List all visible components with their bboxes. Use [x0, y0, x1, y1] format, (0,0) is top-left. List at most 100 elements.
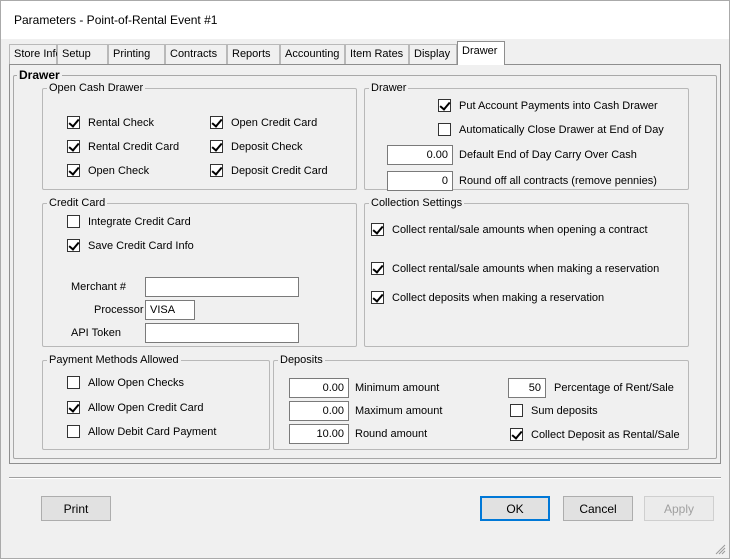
tab-display[interactable]: Display — [409, 44, 457, 64]
credit-card-legend: Credit Card — [49, 197, 106, 209]
checkbox-label: Allow Open Checks — [88, 376, 184, 389]
checkbox-box[interactable] — [67, 215, 80, 228]
put-payments-checkbox[interactable]: Put Account Payments into Cash Drawer — [438, 99, 658, 112]
deposit-credit-card-checkbox[interactable]: Deposit Credit Card — [210, 164, 328, 177]
round-amount-label: Round amount — [355, 428, 428, 440]
cancel-button[interactable]: Cancel — [563, 496, 633, 521]
deposits-group: Deposits 0.00 Minimum amount 0.00 Maximu… — [273, 354, 689, 450]
checkbox-box[interactable] — [510, 428, 523, 441]
round-off-label: Round off all contracts (remove pennies) — [459, 175, 657, 187]
drawer-tab-panel: Drawer Open Cash Drawer Rental Check Ope… — [9, 64, 721, 464]
ok-button[interactable]: OK — [480, 496, 550, 521]
integrate-credit-card-checkbox[interactable]: Integrate Credit Card — [67, 215, 191, 228]
checkbox-box[interactable] — [510, 404, 523, 417]
deposit-check-checkbox[interactable]: Deposit Check — [210, 140, 303, 153]
checkbox-label: Integrate Credit Card — [88, 215, 191, 228]
tab-accounting[interactable]: Accounting — [280, 44, 345, 64]
collect-on-reservation-checkbox[interactable]: Collect rental/sale amounts when making … — [371, 262, 659, 275]
tab-store-info[interactable]: Store Info — [9, 44, 62, 64]
auto-close-drawer-checkbox[interactable]: Automatically Close Drawer at End of Day — [438, 123, 664, 136]
checkbox-box[interactable] — [210, 140, 223, 153]
checkbox-box[interactable] — [371, 223, 384, 236]
payment-methods-legend: Payment Methods Allowed — [49, 354, 179, 366]
allow-open-checks-checkbox[interactable]: Allow Open Checks — [67, 376, 184, 389]
checkbox-label: Collect rental/sale amounts when making … — [392, 262, 660, 275]
checkbox-label: Collect deposits when making a reservati… — [392, 291, 605, 304]
minimum-amount-input[interactable]: 0.00 — [289, 378, 349, 398]
resize-grip-icon[interactable] — [714, 543, 726, 555]
checkbox-box[interactable] — [67, 116, 80, 129]
collect-deposit-as-rental-checkbox[interactable]: Collect Deposit as Rental/Sale — [510, 428, 680, 441]
percentage-input[interactable]: 50 — [508, 378, 546, 398]
checkbox-box[interactable] — [438, 99, 451, 112]
checkbox-box[interactable] — [67, 164, 80, 177]
tab-setup[interactable]: Setup — [57, 44, 108, 64]
tab-reports[interactable]: Reports — [227, 44, 280, 64]
checkbox-box[interactable] — [67, 140, 80, 153]
checkbox-box[interactable] — [67, 239, 80, 252]
collect-on-open-contract-checkbox[interactable]: Collect rental/sale amounts when opening… — [371, 223, 648, 236]
allow-debit-card-checkbox[interactable]: Allow Debit Card Payment — [67, 425, 216, 438]
drawer-settings-group: Drawer Put Account Payments into Cash Dr… — [364, 82, 689, 191]
percentage-label: Percentage of Rent/Sale — [554, 382, 674, 394]
save-credit-card-info-checkbox[interactable]: Save Credit Card Info — [67, 239, 194, 252]
minimum-amount-label: Minimum amount — [355, 382, 440, 394]
open-cash-drawer-group: Open Cash Drawer Rental Check Open Credi… — [42, 82, 357, 190]
credit-card-group: Credit Card Integrate Credit Card Save C… — [42, 197, 357, 347]
tab-drawer[interactable]: Drawer — [457, 41, 505, 65]
merchant-input[interactable] — [145, 277, 299, 297]
checkbox-box[interactable] — [438, 123, 451, 136]
round-off-input[interactable]: 0 — [387, 171, 453, 191]
checkbox-label: Collect Deposit as Rental/Sale — [531, 428, 680, 441]
payment-methods-group: Payment Methods Allowed Allow Open Check… — [42, 354, 270, 450]
carry-over-cash-label: Default End of Day Carry Over Cash — [459, 149, 637, 161]
collect-deposits-reservation-checkbox[interactable]: Collect deposits when making a reservati… — [371, 291, 604, 304]
rental-check-checkbox[interactable]: Rental Check — [67, 116, 154, 129]
maximum-amount-input[interactable]: 0.00 — [289, 401, 349, 421]
tab-contracts[interactable]: Contracts — [165, 44, 227, 64]
checkbox-label: Deposit Check — [231, 140, 303, 153]
open-check-checkbox[interactable]: Open Check — [67, 164, 149, 177]
drawer-settings-legend: Drawer — [371, 82, 407, 94]
allow-open-credit-card-checkbox[interactable]: Allow Open Credit Card — [67, 401, 204, 414]
parameters-window: Parameters - Point-of-Rental Event #1 St… — [0, 0, 730, 559]
open-cash-drawer-legend: Open Cash Drawer — [49, 82, 144, 94]
drawer-outer-legend: Drawer — [19, 68, 60, 82]
checkbox-box[interactable] — [67, 401, 80, 414]
checkbox-box[interactable] — [67, 376, 80, 389]
open-credit-card-checkbox[interactable]: Open Credit Card — [210, 116, 317, 129]
checkbox-box[interactable] — [67, 425, 80, 438]
checkbox-label: Allow Open Credit Card — [88, 401, 204, 414]
tab-printing[interactable]: Printing — [108, 44, 165, 64]
tab-item-rates[interactable]: Item Rates — [345, 44, 409, 64]
carry-over-cash-input[interactable]: 0.00 — [387, 145, 453, 165]
checkbox-label: Deposit Credit Card — [231, 164, 328, 177]
rental-credit-card-checkbox[interactable]: Rental Credit Card — [67, 140, 179, 153]
checkbox-box[interactable] — [371, 262, 384, 275]
print-button[interactable]: Print — [41, 496, 111, 521]
collection-settings-group: Collection Settings Collect rental/sale … — [364, 197, 689, 347]
checkbox-label: Rental Credit Card — [88, 140, 180, 153]
checkbox-box[interactable] — [371, 291, 384, 304]
api-token-input[interactable] — [145, 323, 299, 343]
checkbox-label: Sum deposits — [531, 404, 598, 417]
checkbox-label: Collect rental/sale amounts when opening… — [392, 223, 648, 236]
title-bar[interactable]: Parameters - Point-of-Rental Event #1 — [1, 1, 729, 39]
checkbox-label: Open Check — [88, 164, 150, 177]
footer-separator — [9, 477, 721, 479]
apply-button[interactable]: Apply — [644, 496, 714, 521]
checkbox-box[interactable] — [210, 164, 223, 177]
round-amount-input[interactable]: 10.00 — [289, 424, 349, 444]
checkbox-label: Open Credit Card — [231, 116, 318, 129]
merchant-label: Merchant # — [71, 281, 127, 293]
processor-label: Processor — [94, 304, 144, 316]
checkbox-box[interactable] — [210, 116, 223, 129]
collection-settings-legend: Collection Settings — [371, 197, 463, 209]
maximum-amount-label: Maximum amount — [355, 405, 443, 417]
checkbox-label: Rental Check — [88, 116, 155, 129]
checkbox-label: Save Credit Card Info — [88, 239, 194, 252]
processor-input[interactable]: VISA — [145, 300, 195, 320]
checkbox-label: Put Account Payments into Cash Drawer — [459, 99, 658, 112]
checkbox-label: Automatically Close Drawer at End of Day — [459, 123, 664, 136]
sum-deposits-checkbox[interactable]: Sum deposits — [510, 404, 598, 417]
